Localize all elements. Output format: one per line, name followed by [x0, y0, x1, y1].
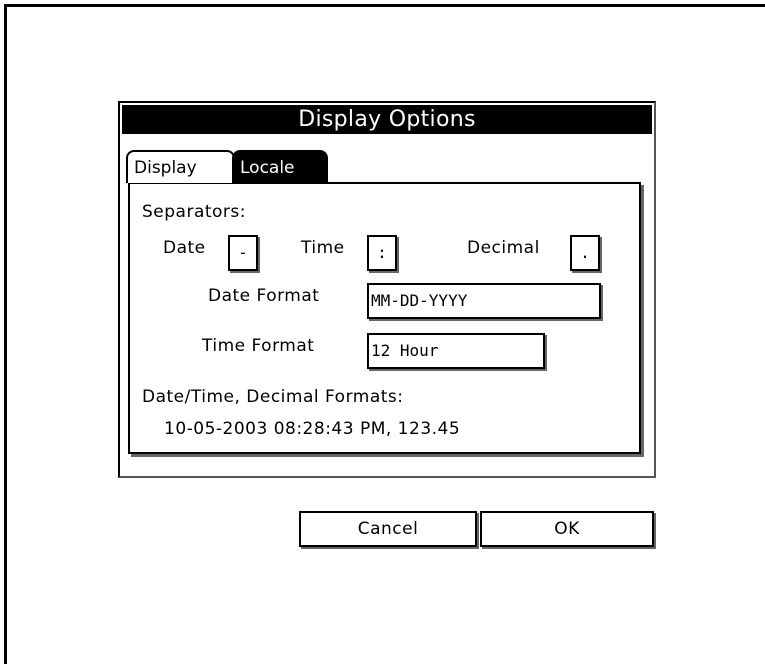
locale-panel: Separators: Date - Time : Decimal . Date… [128, 182, 641, 454]
preview-label: Date/Time, Decimal Formats: [142, 387, 404, 407]
ok-button[interactable]: OK [480, 511, 654, 547]
date-format-label: Date Format [208, 286, 320, 306]
cancel-button[interactable]: Cancel [299, 511, 477, 547]
date-separator-field[interactable]: - [228, 235, 258, 271]
date-separator-label: Date [163, 238, 206, 258]
tab-display[interactable]: Display [126, 150, 235, 183]
time-separator-field[interactable]: : [367, 235, 397, 271]
time-format-label: Time Format [202, 336, 315, 356]
decimal-separator-label: Decimal [467, 238, 540, 258]
tab-locale[interactable]: Locale [232, 150, 328, 183]
time-format-field[interactable]: 12 Hour [367, 333, 545, 369]
preview-value: 10-05-2003 08:28:43 PM, 123.45 [164, 419, 461, 439]
tab-locale-label: Locale [240, 158, 295, 178]
time-separator-label: Time [301, 238, 345, 258]
display-options-dialog: Display Options Display Locale Separator… [118, 101, 656, 478]
dialog-title: Display Options [122, 105, 652, 134]
date-format-field[interactable]: MM-DD-YYYY [367, 283, 601, 319]
decimal-separator-field[interactable]: . [570, 235, 600, 271]
separators-label: Separators: [142, 202, 247, 222]
tab-display-label: Display [134, 158, 197, 178]
